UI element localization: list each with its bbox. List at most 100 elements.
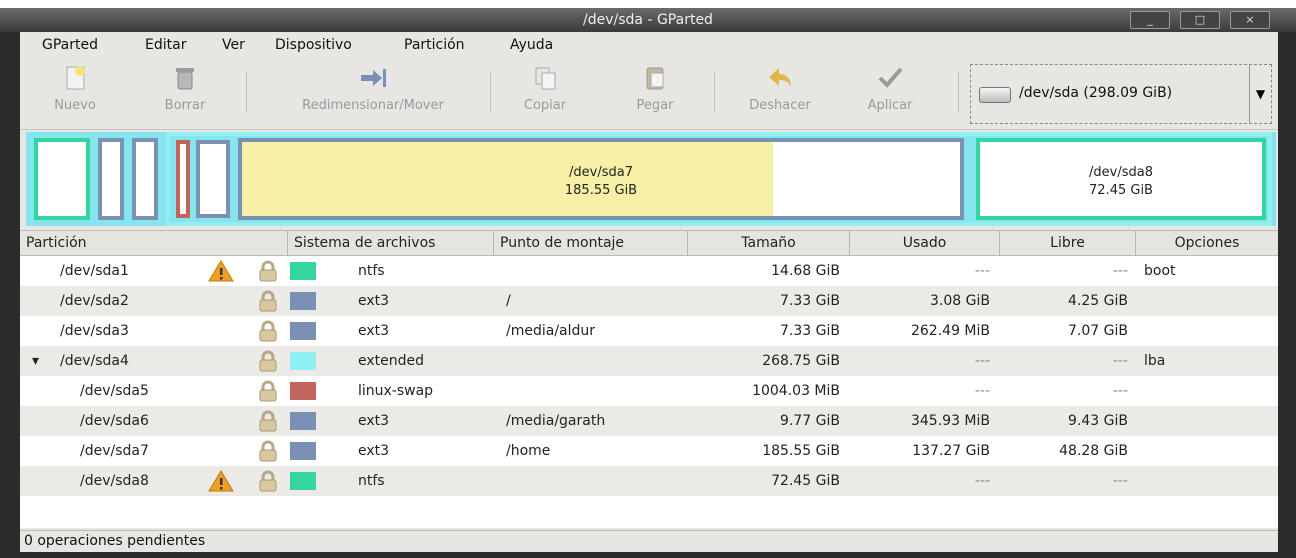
menu-gparted[interactable]: GParted <box>42 37 98 53</box>
copy-icon <box>530 64 560 92</box>
partition-name: /dev/sda7 <box>80 443 149 459</box>
table-row[interactable]: /dev/sda3 ext3/media/aldur 7.33 GiB 262.49 … <box>20 316 1278 346</box>
table-row[interactable]: /dev/sda5 linux-swap 1004.03 MiB --- --- <box>20 376 1278 406</box>
menu-ver[interactable]: Ver <box>222 37 245 53</box>
map-partition-sda5[interactable] <box>176 140 190 218</box>
used-value: --- <box>974 353 990 369</box>
status-text: 0 operaciones pendientes <box>24 533 206 549</box>
title-bar: /dev/sda - GParted _ □ × <box>0 8 1296 32</box>
filesystem-color-swatch <box>290 322 316 340</box>
delete-button[interactable]: Borrar <box>150 64 220 124</box>
map-partition-sda6[interactable] <box>196 140 230 218</box>
used-value: 262.49 MiB <box>910 323 990 339</box>
lock-icon <box>256 440 280 462</box>
toolbar-separator <box>958 72 959 112</box>
partition-name: /dev/sda1 <box>60 263 129 279</box>
toolbar-separator <box>714 72 715 112</box>
filesystem: linux-swap <box>358 383 434 399</box>
column-header-used[interactable]: Usado <box>850 231 1000 256</box>
new-button[interactable]: Nuevo <box>40 64 110 124</box>
filesystem: ntfs <box>358 473 385 489</box>
lock-icon <box>256 260 280 282</box>
map-partition-sda1[interactable] <box>34 138 90 220</box>
table-row[interactable]: /dev/sda7 ext3/home 185.55 GiB 137.27 GiB 48… <box>20 436 1278 466</box>
column-header-filesystem[interactable]: Sistema de archivos <box>288 231 494 256</box>
table-row[interactable]: /dev/sda8 ntfs 72.45 GiB --- --- <box>20 466 1278 496</box>
map-sda7-size: 185.55 GiB <box>564 183 638 198</box>
free-value: --- <box>1112 353 1128 369</box>
table-row[interactable]: ▾ /dev/sda4 extended 268.75 GiB --- --- lba <box>20 346 1278 376</box>
mount-point: /media/garath <box>506 413 606 429</box>
toolbar-separator <box>490 72 491 112</box>
copy-button[interactable]: Copiar <box>510 64 580 124</box>
size-value: 185.55 GiB <box>762 443 840 459</box>
partition-name: /dev/sda5 <box>80 383 149 399</box>
maximize-button[interactable]: □ <box>1180 11 1220 29</box>
copy-label: Copiar <box>523 98 567 113</box>
apply-button[interactable]: Aplicar <box>850 64 930 124</box>
map-sda7-name: /dev/sda7 <box>569 165 633 180</box>
toolbar: Nuevo Borrar Redimensionar/Mover Copiar … <box>20 58 1278 130</box>
menu-particion[interactable]: Partición <box>404 37 465 53</box>
lock-icon <box>256 380 280 402</box>
column-header-free[interactable]: Libre <box>1000 231 1136 256</box>
table-row[interactable]: /dev/sda6 ext3/media/garath 9.77 GiB 345.93… <box>20 406 1278 436</box>
lock-icon <box>256 320 280 342</box>
filesystem-color-swatch <box>290 382 316 400</box>
dropdown-arrow-icon[interactable]: ▼ <box>1249 65 1271 123</box>
used-value: 3.08 GiB <box>930 293 990 309</box>
filesystem: ext3 <box>358 413 390 429</box>
column-header-options[interactable]: Opciones <box>1136 231 1278 256</box>
map-partition-sda2[interactable] <box>98 138 124 220</box>
column-header-mountpoint[interactable]: Punto de montaje <box>494 231 688 256</box>
resize-move-button[interactable]: Redimensionar/Mover <box>268 64 478 124</box>
filesystem-color-swatch <box>290 472 316 490</box>
warning-icon <box>208 469 234 493</box>
column-header-size[interactable]: Tamaño <box>688 231 850 256</box>
resize-arrow-icon <box>358 64 388 92</box>
map-partition-sda8[interactable]: /dev/sda8 72.45 GiB <box>976 138 1266 220</box>
menu-ayuda[interactable]: Ayuda <box>510 37 553 53</box>
partition-name: /dev/sda6 <box>80 413 149 429</box>
expander-icon[interactable]: ▾ <box>32 346 39 376</box>
flags-value: boot <box>1144 263 1176 279</box>
undo-button[interactable]: Deshacer <box>730 64 830 124</box>
map-partition-sda3[interactable] <box>132 138 158 220</box>
device-selector[interactable]: /dev/sda (298.09 GiB) ▼ <box>970 64 1272 124</box>
table-row[interactable]: /dev/sda1 ntfs 14.68 GiB --- --- boot <box>20 256 1278 286</box>
window-title: /dev/sda - GParted <box>583 12 713 28</box>
new-label: Nuevo <box>54 98 96 113</box>
size-value: 268.75 GiB <box>762 353 840 369</box>
used-value: 137.27 GiB <box>912 443 990 459</box>
column-header-partition[interactable]: Partición <box>20 231 288 256</box>
close-button[interactable]: × <box>1230 11 1270 29</box>
cropped-caption <box>0 0 1296 8</box>
paste-button[interactable]: Pegar <box>620 64 690 124</box>
filesystem: extended <box>358 353 425 369</box>
delete-label: Borrar <box>164 98 206 113</box>
filesystem: ext3 <box>358 443 390 459</box>
filesystem: ext3 <box>358 323 390 339</box>
size-value: 7.33 GiB <box>780 293 840 309</box>
filesystem: ext3 <box>358 293 390 309</box>
free-value: 4.25 GiB <box>1068 293 1128 309</box>
flags-value: lba <box>1144 353 1166 369</box>
toolbar-separator <box>246 72 247 112</box>
map-sda7-label: /dev/sda7 185.55 GiB <box>242 164 960 200</box>
map-partition-sda7[interactable]: /dev/sda7 185.55 GiB <box>238 138 964 220</box>
table-row[interactable]: /dev/sda2 ext3 / 7.33 GiB 3.08 GiB 4.25 GiB <box>20 286 1278 316</box>
filesystem-color-swatch <box>290 412 316 430</box>
undo-label: Deshacer <box>749 98 811 113</box>
apply-label: Aplicar <box>867 98 913 113</box>
minimize-button[interactable]: _ <box>1130 11 1170 29</box>
warning-icon <box>208 259 234 283</box>
menu-dispositivo[interactable]: Dispositivo <box>275 37 352 53</box>
map-partition-sda4-extended[interactable]: /dev/sda7 185.55 GiB /dev/sda8 72.45 GiB <box>166 132 1272 226</box>
size-value: 9.77 GiB <box>780 413 840 429</box>
map-sda8-label: /dev/sda8 72.45 GiB <box>980 164 1262 200</box>
menu-editar[interactable]: Editar <box>145 37 186 53</box>
menu-bar: GParted Editar Ver Dispositivo Partición… <box>20 32 1278 58</box>
paste-label: Pegar <box>636 98 674 113</box>
paste-icon <box>640 64 670 92</box>
free-value: 9.43 GiB <box>1068 413 1128 429</box>
